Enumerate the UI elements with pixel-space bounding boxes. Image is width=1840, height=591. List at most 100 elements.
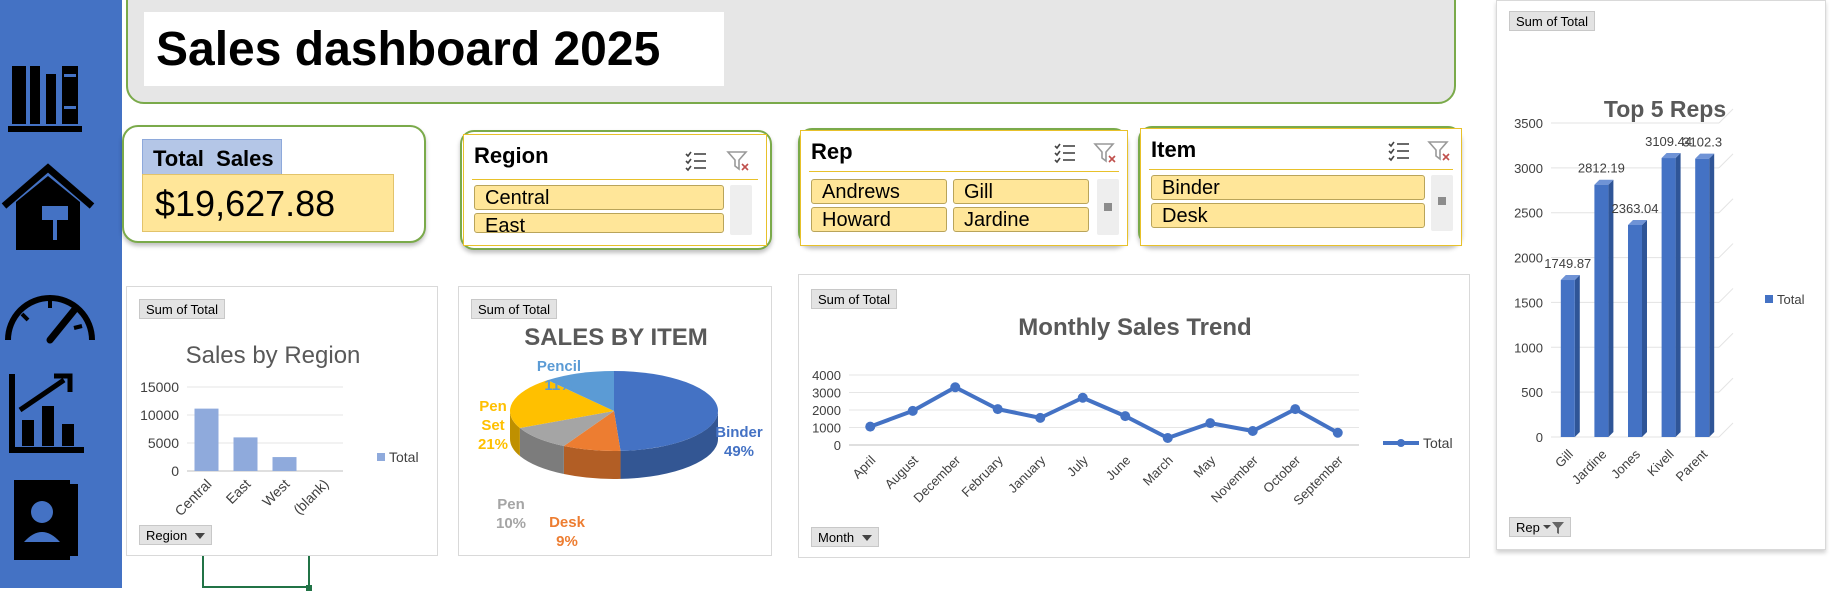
home-icon[interactable] xyxy=(0,160,100,260)
y-tick-label: 0 xyxy=(171,463,179,479)
library-icon[interactable] xyxy=(0,54,100,154)
pie-label-line: Pen xyxy=(479,398,507,415)
title-box: Sales dashboard 2025 xyxy=(144,12,724,86)
chart-title: Sales by Region xyxy=(186,342,361,369)
y-tick-label: 10000 xyxy=(140,407,179,423)
trend-point-february xyxy=(992,404,1003,415)
item-chart-plot: SALES BY ITEM Binder 49% Desk 9% Pen 10% Pen Set… xyxy=(478,324,763,550)
slicer-divider xyxy=(1149,169,1453,170)
trend-point-may xyxy=(1205,418,1216,429)
multi-select-icon[interactable] xyxy=(1053,141,1077,165)
pie-label-line: 11% xyxy=(544,377,573,394)
rep-field-label: Rep xyxy=(1516,520,1540,535)
slicer-item-desk[interactable]: Desk xyxy=(1151,203,1425,228)
x-tick-label: March xyxy=(1140,453,1176,489)
x-tick-label: (blank) xyxy=(290,476,332,518)
clear-filter-icon[interactable] xyxy=(1427,139,1451,163)
scrollbar-thumb[interactable] xyxy=(1438,197,1446,205)
speedometer-icon[interactable] xyxy=(0,270,100,370)
bar-gill xyxy=(1560,280,1575,437)
data-label-gill: 1749.87 xyxy=(1544,256,1591,271)
total-sales-value: $19,627.88 xyxy=(142,174,394,232)
trend-chart-plot: Monthly Sales Trend 0 1000 2000 3000 4000 Apri… xyxy=(812,314,1453,508)
trend-point-june xyxy=(1120,411,1131,422)
pie-label-line: Pen xyxy=(497,496,525,513)
x-tick-label: November xyxy=(1208,452,1261,505)
slicer-item-gill[interactable]: Gill xyxy=(953,179,1089,204)
x-tick-label: East xyxy=(222,476,253,507)
pie-label-line: Binder xyxy=(715,424,763,441)
trend-point-march xyxy=(1162,433,1173,443)
trend-point-august xyxy=(907,405,918,416)
pie-label-pen-set: Pen Set 21% xyxy=(478,398,508,453)
slicer-item-central[interactable]: Central xyxy=(474,185,724,210)
chart-title: Top 5 Reps xyxy=(1604,96,1726,122)
trend-point-october xyxy=(1290,404,1301,415)
pie-label-desk: Desk 9% xyxy=(549,514,586,550)
y-tick-label: 1500 xyxy=(1514,295,1543,310)
pie-side-desk xyxy=(563,446,621,479)
slicer-item-howard[interactable]: Howard xyxy=(811,207,947,232)
sales-by-item-chart: Sum of Total SALES BY ITEM Binder 49% Desk 9… xyxy=(458,286,772,556)
slicer-scrollbar[interactable] xyxy=(1431,175,1453,231)
multi-select-icon[interactable] xyxy=(1387,139,1411,163)
slicer-divider xyxy=(472,179,758,180)
data-label-jones: 2363.04 xyxy=(1612,201,1659,216)
pie-label-line: Desk xyxy=(549,514,586,531)
pie-label-line: Set xyxy=(481,417,504,434)
pie-label-line: Pencil xyxy=(537,358,581,375)
slicer-item-andrews[interactable]: Andrews xyxy=(811,179,947,204)
bar-jones xyxy=(1628,225,1642,437)
slicer-item-binder[interactable]: Binder xyxy=(1151,175,1425,200)
slicer-scrollbar[interactable] xyxy=(730,185,752,235)
rep-field-button[interactable]: Rep xyxy=(1509,517,1571,537)
clear-filter-icon[interactable] xyxy=(726,149,750,173)
legend-label: Total xyxy=(389,449,419,465)
y-tick-label: 2000 xyxy=(812,403,841,418)
x-tick-label: February xyxy=(958,452,1006,500)
trend-point-april xyxy=(865,421,876,432)
gridline-depth xyxy=(1718,243,1734,258)
top-5-reps-chart: Sum of Total Top 5 Reps 0 500 1000 1500 2000 2… xyxy=(1496,0,1826,550)
gridline-depth xyxy=(1718,153,1734,169)
gridline-depth xyxy=(1718,377,1734,393)
x-tick-label: West xyxy=(259,476,293,510)
y-tick-label: 4000 xyxy=(812,368,841,383)
clear-filter-icon[interactable] xyxy=(1093,141,1117,165)
y-tick-label: 5000 xyxy=(148,435,179,451)
trend-point-july xyxy=(1077,392,1088,403)
pie-label-pen: Pen 10% xyxy=(496,496,526,532)
slicer-item-east[interactable]: East xyxy=(474,213,724,233)
chart-title: SALES BY ITEM xyxy=(524,324,708,351)
y-tick-label: 3000 xyxy=(1514,161,1543,176)
scrollbar-thumb[interactable] xyxy=(1104,203,1112,211)
x-tick-label: January xyxy=(1005,452,1049,496)
page-title: Sales dashboard 2025 xyxy=(156,23,661,76)
gridline-depth xyxy=(1718,332,1734,348)
legend-label: Total xyxy=(1423,435,1453,451)
chart-title: Monthly Sales Trend xyxy=(1018,314,1251,341)
x-tick-label: Jones xyxy=(1608,446,1643,481)
slicer-item-jardine[interactable]: Jardine xyxy=(953,207,1089,232)
multi-select-icon[interactable] xyxy=(684,149,708,173)
y-tick-label: 0 xyxy=(1536,430,1543,445)
dropdown-arrow-icon xyxy=(195,533,206,539)
sales-by-region-chart: Sum of Total Sales by Region 0 5000 10000 15… xyxy=(126,286,438,556)
gridline-depth xyxy=(1718,198,1734,214)
x-tick-label: July xyxy=(1064,452,1091,479)
chart-growth-icon[interactable] xyxy=(0,366,100,466)
reps-chart-plot: Top 5 Reps 0 500 1000 1500 2000 2500 3000 3500 17… xyxy=(1514,96,1804,487)
trend-point-january xyxy=(1035,412,1046,423)
y-tick-label: 3500 xyxy=(1514,116,1543,131)
total-sales-label: Total Sales xyxy=(142,139,282,175)
contact-book-icon[interactable] xyxy=(0,470,100,570)
bar-side-jones xyxy=(1642,220,1647,437)
item-slicer: Item Binder Desk xyxy=(1140,128,1462,246)
data-label-jardine: 2812.19 xyxy=(1578,161,1625,176)
y-tick-label: 500 xyxy=(1521,385,1543,400)
x-tick-label: Parent xyxy=(1673,446,1711,484)
slicer-scrollbar[interactable] xyxy=(1097,179,1119,235)
month-field-button[interactable]: Month xyxy=(811,527,880,547)
fill-handle[interactable] xyxy=(306,585,312,591)
region-field-button[interactable]: Region xyxy=(139,525,213,545)
